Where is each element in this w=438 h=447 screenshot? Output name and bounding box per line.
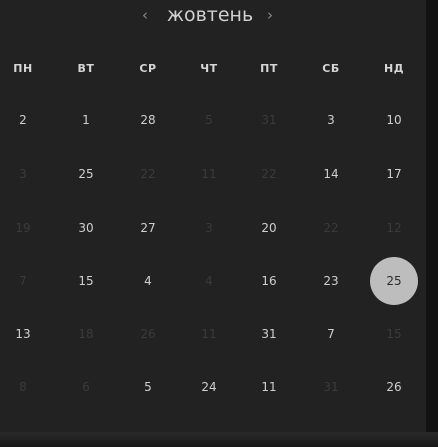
day-cell[interactable]: 28 [123, 107, 173, 133]
day-cell[interactable]: 5 [184, 107, 234, 133]
day-cell[interactable]: 20 [244, 215, 294, 241]
bottom-edge [0, 432, 438, 447]
day-cell[interactable]: 13 [0, 321, 48, 347]
day-cell[interactable]: 4 [123, 268, 173, 294]
weekday-sun: НД [383, 62, 404, 75]
day-cell[interactable]: 19 [0, 215, 48, 241]
day-cell[interactable]: 31 [244, 107, 294, 133]
chevron-left-icon[interactable]: ‹ [135, 4, 155, 26]
day-cell[interactable]: 26 [369, 374, 419, 400]
weekday-fri: ПТ [260, 62, 278, 75]
day-cell[interactable]: 8 [0, 374, 48, 400]
day-cell[interactable]: 10 [369, 107, 419, 133]
weekday-sat: СБ [322, 62, 340, 75]
day-cell[interactable]: 15 [61, 268, 111, 294]
day-cell[interactable]: 4 [184, 268, 234, 294]
day-cell[interactable]: 11 [244, 374, 294, 400]
scrollbar-track[interactable] [426, 0, 438, 432]
day-cell[interactable]: 31 [306, 374, 356, 400]
chevron-right-icon[interactable]: › [260, 4, 280, 26]
day-cell[interactable]: 15 [369, 321, 419, 347]
day-cell[interactable]: 23 [306, 268, 356, 294]
weekday-wed: СР [139, 62, 157, 75]
weekday-tue: ВТ [77, 62, 95, 75]
day-cell[interactable]: 25 [61, 161, 111, 187]
calendar-header: ‹ жовтень › [0, 0, 426, 32]
day-cell[interactable]: 31 [244, 321, 294, 347]
day-cell[interactable]: 7 [0, 268, 48, 294]
day-cell-selected[interactable]: 25 [370, 257, 418, 305]
day-cell[interactable]: 26 [123, 321, 173, 347]
day-cell[interactable]: 5 [123, 374, 173, 400]
day-cell[interactable]: 7 [306, 321, 356, 347]
day-cell[interactable]: 3 [184, 215, 234, 241]
day-cell[interactable]: 11 [184, 321, 234, 347]
day-cell[interactable]: 18 [61, 321, 111, 347]
day-cell[interactable]: 24 [184, 374, 234, 400]
day-cell[interactable]: 12 [369, 215, 419, 241]
day-cell[interactable]: 22 [123, 161, 173, 187]
day-cell[interactable]: 3 [306, 107, 356, 133]
day-cell[interactable]: 30 [61, 215, 111, 241]
day-cell[interactable]: 2 [0, 107, 48, 133]
day-cell[interactable]: 22 [244, 161, 294, 187]
day-cell[interactable]: 3 [0, 161, 48, 187]
day-cell[interactable]: 16 [244, 268, 294, 294]
day-cell[interactable]: 11 [184, 161, 234, 187]
day-cell[interactable]: 22 [306, 215, 356, 241]
day-cell[interactable]: 27 [123, 215, 173, 241]
calendar-panel: ‹ жовтень › ПН ВТ СР ЧТ ПТ СБ НД 2 1 28 5 31… [0, 0, 426, 432]
month-title[interactable]: жовтень [160, 2, 260, 28]
day-cell[interactable]: 1 [61, 107, 111, 133]
day-cell[interactable]: 6 [61, 374, 111, 400]
weekday-thu: ЧТ [200, 62, 218, 75]
day-cell[interactable]: 17 [369, 161, 419, 187]
day-cell[interactable]: 14 [306, 161, 356, 187]
weekday-header-row: ПН ВТ СР ЧТ ПТ СБ НД [0, 58, 426, 80]
weekday-mon: ПН [13, 62, 33, 75]
